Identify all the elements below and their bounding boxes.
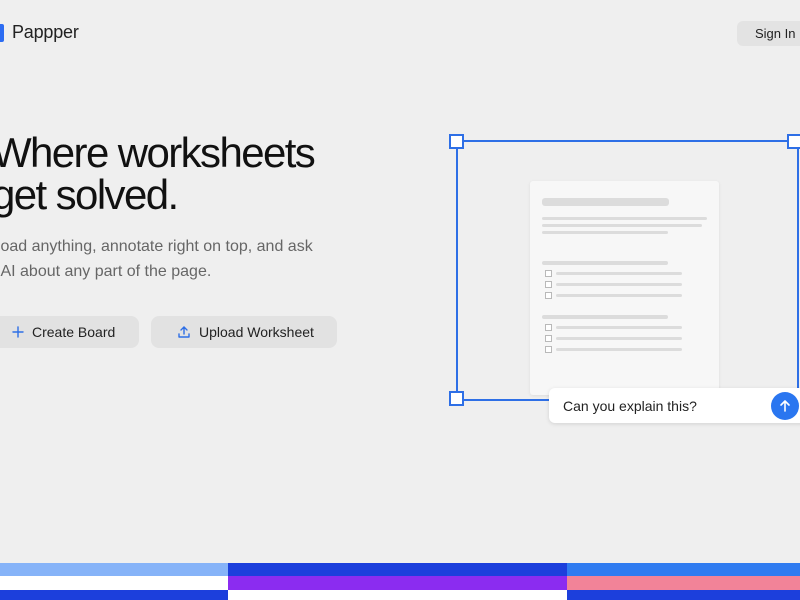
- upload-worksheet-button[interactable]: Upload Worksheet: [151, 316, 337, 348]
- ai-prompt-text: Can you explain this?: [563, 398, 697, 414]
- ai-prompt-box: Can you explain this?: [549, 388, 800, 423]
- stripe-segment: [228, 576, 567, 590]
- stripe-segment: [567, 563, 800, 576]
- selection-handle-top-right: [787, 134, 800, 149]
- selection-handle-top-left: [449, 134, 464, 149]
- headline-line-1: Where worksheets: [0, 129, 316, 176]
- logo-mark-icon: [0, 23, 4, 42]
- headline-line-2: get solved.: [0, 171, 179, 218]
- upload-icon: [178, 326, 190, 338]
- stripe-segment: [0, 563, 228, 576]
- arrow-up-icon: [780, 400, 790, 412]
- send-button: [771, 392, 799, 420]
- subtitle-line-1: pload anything, annotate right on top, a…: [0, 238, 313, 255]
- stripe-segment: [0, 590, 228, 600]
- subtitle-line-2: e AI about any part of the page.: [0, 263, 212, 280]
- logo-text: Pappper: [12, 22, 79, 42]
- stripe-segment: [567, 590, 800, 600]
- stripe-segment: [228, 563, 567, 576]
- hero-subtitle: pload anything, annotate right on top, a…: [0, 234, 328, 284]
- stripe-segment: [228, 590, 567, 600]
- stripe-segment: [567, 576, 800, 590]
- upload-worksheet-label: Upload Worksheet: [199, 324, 314, 340]
- selection-handle-bottom-left: [449, 391, 464, 406]
- hero-headline: Where worksheets get solved.: [0, 129, 316, 218]
- stripe-segment: [0, 576, 228, 590]
- selection-frame: [456, 140, 799, 401]
- create-board-label: Create Board: [32, 324, 116, 340]
- create-board-button[interactable]: Create Board: [0, 316, 139, 348]
- sign-in-button[interactable]: Sign In: [737, 21, 800, 46]
- plus-icon: [12, 326, 24, 338]
- logo[interactable]: Pappper: [0, 22, 79, 43]
